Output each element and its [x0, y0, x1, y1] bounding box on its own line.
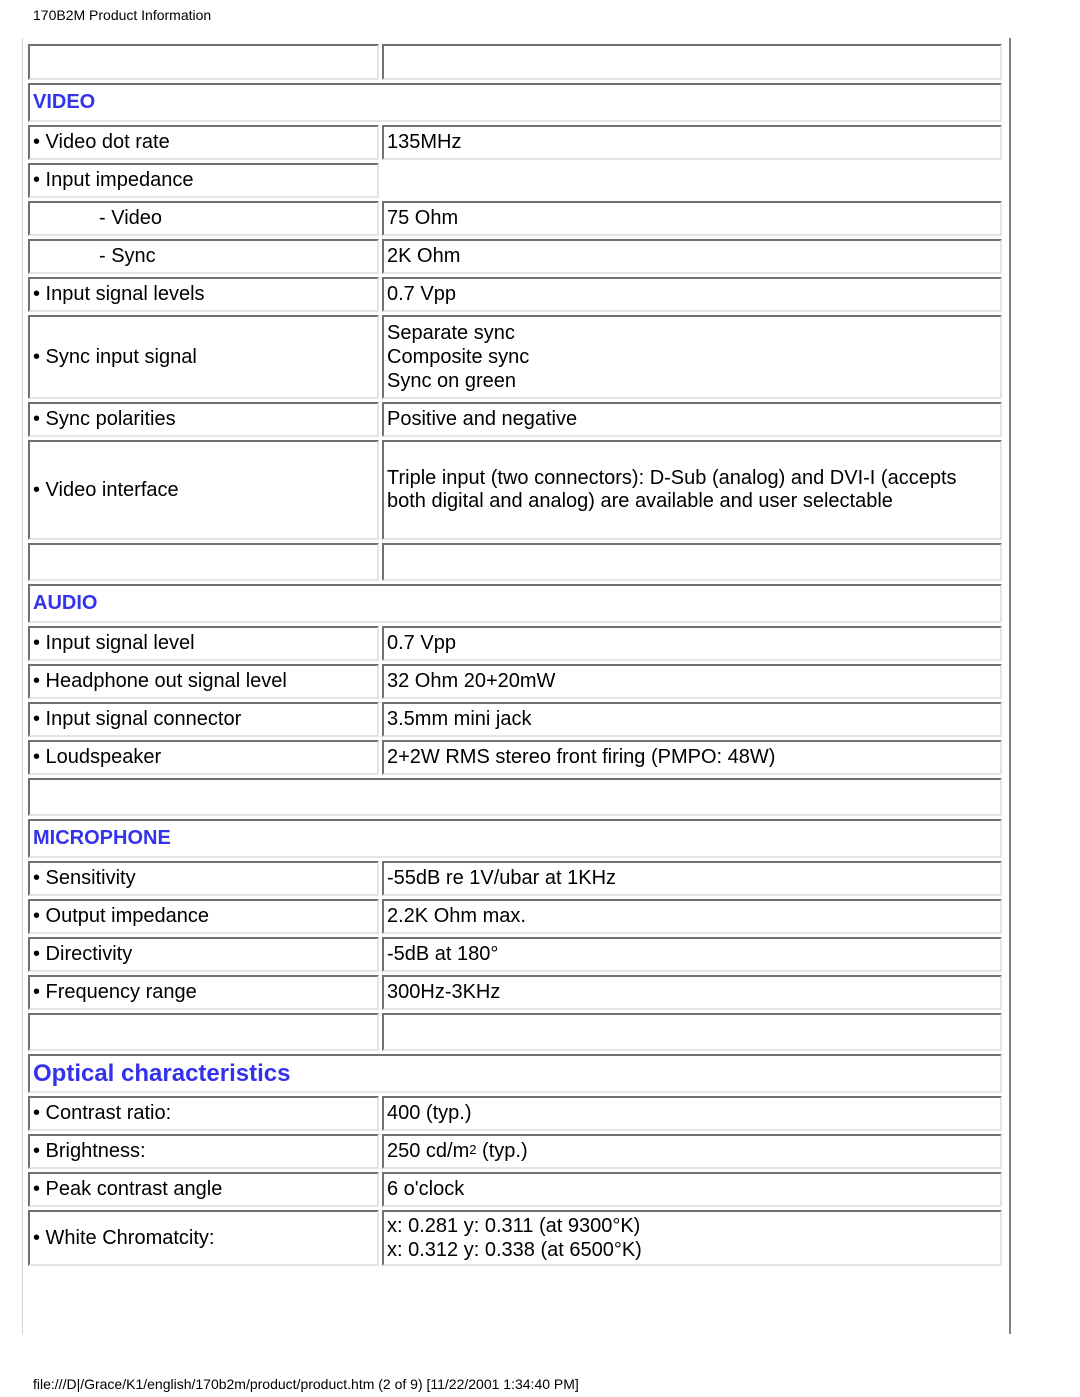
- spec-label: • Video dot rate: [28, 125, 379, 160]
- section-heading: VIDEO: [28, 83, 1002, 122]
- spec-label: • Output impedance: [28, 899, 379, 934]
- table-row: • Input impedance: [28, 163, 1002, 198]
- spec-label: • Video interface: [28, 440, 379, 540]
- spacer-row: [28, 1013, 1002, 1051]
- spec-label: • Sensitivity: [28, 861, 379, 896]
- table-row: - Video 75 Ohm: [28, 201, 1002, 236]
- spec-value-empty: [382, 163, 1002, 198]
- page-header-title: 170B2M Product Information: [33, 7, 212, 23]
- table-row: • Input signal connector 3.5mm mini jack: [28, 702, 1002, 737]
- table-row: • Headphone out signal level 32 Ohm 20+20…: [28, 664, 1002, 699]
- spec-label: • Directivity: [28, 937, 379, 972]
- spec-label: • Input impedance: [28, 163, 379, 198]
- table-row: • Input signal levels 0.7 Vpp: [28, 277, 1002, 312]
- spec-value: 135MHz: [382, 125, 1002, 160]
- spec-label: • White Chromatcity:: [28, 1210, 379, 1266]
- table-row: • Sensitivity -55dB re 1V/ubar at 1KHz: [28, 861, 1002, 896]
- spec-label: - Video: [99, 207, 163, 229]
- spec-value: 2K Ohm: [382, 239, 1002, 274]
- spec-label: • Brightness:: [28, 1134, 379, 1169]
- table-row: • Brightness: 250 cd/m2 (typ.): [28, 1134, 1002, 1169]
- spec-value: 250 cd/m2 (typ.): [382, 1134, 1002, 1169]
- spec-label: • Frequency range: [28, 975, 379, 1010]
- spec-value-text: 250 cd/m: [387, 1140, 470, 1162]
- spec-value: 3.5mm mini jack: [382, 702, 1002, 737]
- spec-value: x: 0.281 y: 0.311 (at 9300°K) x: 0.312 y…: [382, 1210, 1002, 1266]
- spec-value: 0.7 Vpp: [382, 277, 1002, 312]
- table-row: • Contrast ratio: 400 (typ.): [28, 1096, 1002, 1131]
- spec-value: -5dB at 180°: [382, 937, 1002, 972]
- spec-label: • Sync input signal: [28, 315, 379, 399]
- page-footer-path: file:///D|/Grace/K1/english/170b2m/produ…: [33, 1376, 579, 1392]
- spec-value: 75 Ohm: [382, 201, 1002, 236]
- spec-table: VIDEO • Video dot rate 135MHz • Input imp…: [25, 41, 1005, 1269]
- spec-label: • Input signal level: [28, 626, 379, 661]
- table-row: • Peak contrast angle 6 o'clock: [28, 1172, 1002, 1207]
- spec-label: - Sync: [99, 245, 156, 267]
- spec-value: Separate sync Composite sync Sync on gre…: [382, 315, 1002, 399]
- spec-value: 2.2K Ohm max.: [382, 899, 1002, 934]
- spacer-row: [28, 543, 1002, 581]
- spec-value: 300Hz-3KHz: [382, 975, 1002, 1010]
- spec-label: • Peak contrast angle: [28, 1172, 379, 1207]
- spec-value: 32 Ohm 20+20mW: [382, 664, 1002, 699]
- table-row: • Frequency range 300Hz-3KHz: [28, 975, 1002, 1010]
- section-optical-heading: Optical characteristics: [28, 1054, 1002, 1093]
- spec-value-text: (typ.): [476, 1140, 528, 1162]
- section-heading: Optical characteristics: [28, 1054, 1002, 1093]
- spec-label: • Contrast ratio:: [28, 1096, 379, 1131]
- section-heading: AUDIO: [28, 584, 1002, 623]
- table-row: • White Chromatcity: x: 0.281 y: 0.311 (…: [28, 1210, 1002, 1266]
- spec-value-line: Sync on green: [387, 370, 516, 392]
- spec-value-line: x: 0.312 y: 0.338 (at 6500°K): [387, 1239, 642, 1261]
- table-row: • Video interface Triple input (two conne…: [28, 440, 1002, 540]
- spec-value: 400 (typ.): [382, 1096, 1002, 1131]
- spec-label: • Input signal levels: [28, 277, 379, 312]
- table-row: • Loudspeaker 2+2W RMS stereo front firin…: [28, 740, 1002, 775]
- spec-value: Positive and negative: [382, 402, 1002, 437]
- spec-value-line: x: 0.281 y: 0.311 (at 9300°K): [387, 1215, 641, 1237]
- spec-value-line: Composite sync: [387, 346, 530, 368]
- spec-value: -55dB re 1V/ubar at 1KHz: [382, 861, 1002, 896]
- spec-value-line: Separate sync: [387, 322, 515, 344]
- table-row: • Output impedance 2.2K Ohm max.: [28, 899, 1002, 934]
- spacer-row: [28, 778, 1002, 816]
- table-row: - Sync 2K Ohm: [28, 239, 1002, 274]
- spec-value: 0.7 Vpp: [382, 626, 1002, 661]
- spacer-row: [28, 44, 1002, 80]
- section-microphone-heading: MICROPHONE: [28, 819, 1002, 858]
- section-heading: MICROPHONE: [28, 819, 1002, 858]
- section-video-heading: VIDEO: [28, 83, 1002, 122]
- table-row: • Directivity -5dB at 180°: [28, 937, 1002, 972]
- spec-label: • Loudspeaker: [28, 740, 379, 775]
- superscript: 2: [469, 1142, 477, 1157]
- table-row: • Sync polarities Positive and negative: [28, 402, 1002, 437]
- table-row: • Input signal level 0.7 Vpp: [28, 626, 1002, 661]
- spec-label: • Sync polarities: [28, 402, 379, 437]
- table-row: • Sync input signal Separate sync Compos…: [28, 315, 1002, 399]
- spec-label: • Input signal connector: [28, 702, 379, 737]
- spec-value: 2+2W RMS stereo front firing (PMPO: 48W): [382, 740, 1002, 775]
- section-audio-heading: AUDIO: [28, 584, 1002, 623]
- spec-value: 6 o'clock: [382, 1172, 1002, 1207]
- spec-value: Triple input (two connectors): D-Sub (an…: [382, 440, 1002, 540]
- table-row: • Video dot rate 135MHz: [28, 125, 1002, 160]
- spec-label: • Headphone out signal level: [28, 664, 379, 699]
